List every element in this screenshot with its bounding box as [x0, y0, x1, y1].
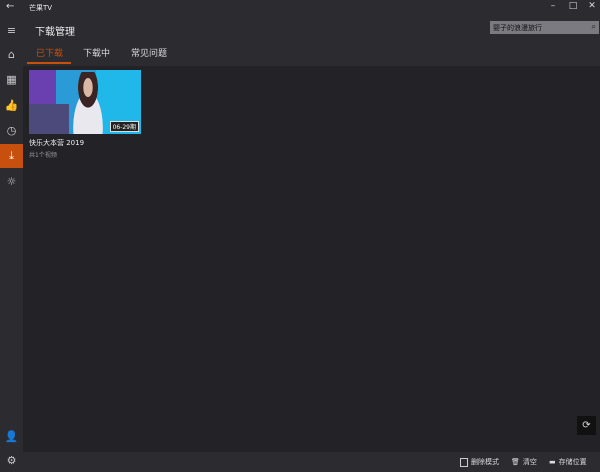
- header: 下载管理 婴子的浪漫旅行 ⌕ 已下载 下载中 常见问题: [23, 16, 600, 66]
- search-value: 婴子的浪漫旅行: [493, 24, 542, 32]
- episode-badge: 06-29期: [109, 121, 139, 132]
- settings-icon[interactable]: ⚙: [0, 448, 23, 472]
- download-list: 06-29期 快乐大本营 2019 共1个视频: [23, 66, 600, 452]
- user-icon[interactable]: 👤: [0, 424, 23, 448]
- close-button[interactable]: ✕: [582, 1, 600, 11]
- storage-location-button[interactable]: ▬ 存储位置: [549, 457, 587, 467]
- tab-downloaded[interactable]: 已下载: [36, 46, 63, 59]
- categories-icon[interactable]: ▦: [0, 67, 23, 91]
- clear-button[interactable]: 🗑 清空: [511, 457, 537, 467]
- active-tab-indicator: [27, 62, 71, 64]
- delete-mode-toggle[interactable]: 删除模式: [460, 457, 499, 467]
- history-icon[interactable]: ◷: [0, 118, 23, 142]
- download-icon[interactable]: ⤓: [0, 144, 23, 168]
- checkbox-icon: [460, 457, 468, 467]
- video-thumbnail[interactable]: 06-29期: [29, 70, 141, 134]
- page-title: 下载管理: [35, 27, 75, 38]
- theme-icon[interactable]: ☼: [0, 169, 23, 193]
- home-icon[interactable]: ⌂: [0, 42, 23, 66]
- maximize-button[interactable]: □: [563, 1, 583, 11]
- clear-label: 清空: [522, 458, 537, 466]
- storage-label: 存储位置: [558, 458, 587, 466]
- like-icon[interactable]: 👍: [0, 93, 23, 117]
- download-item[interactable]: 06-29期 快乐大本营 2019 共1个视频: [29, 70, 141, 159]
- menu-icon[interactable]: ≡: [0, 18, 23, 42]
- delete-mode-label: 删除模式: [471, 458, 499, 466]
- minimize-button[interactable]: –: [543, 1, 563, 11]
- search-icon[interactable]: ⌕: [592, 22, 596, 32]
- video-title: 快乐大本营 2019: [29, 139, 85, 147]
- bottom-bar: 删除模式 🗑 清空 ▬ 存储位置: [23, 452, 600, 471]
- app-title: 芒果TV: [29, 4, 53, 12]
- folder-icon: ▬: [549, 458, 556, 466]
- title-bar: ← 芒果TV – □ ✕: [0, 0, 600, 16]
- refresh-icon[interactable]: ⟳: [577, 416, 596, 435]
- tab-downloading[interactable]: 下载中: [83, 46, 110, 59]
- sidebar: ≡ ⌂ ▦ 👍 ◷ ⤓ ☼ 👤 ⚙: [0, 16, 23, 471]
- trash-icon: 🗑: [511, 458, 520, 466]
- search-input[interactable]: 婴子的浪漫旅行 ⌕: [490, 21, 599, 34]
- back-button[interactable]: ←: [6, 1, 14, 12]
- video-count: 共1个视频: [29, 152, 57, 159]
- tab-faq[interactable]: 常见问题: [131, 46, 167, 59]
